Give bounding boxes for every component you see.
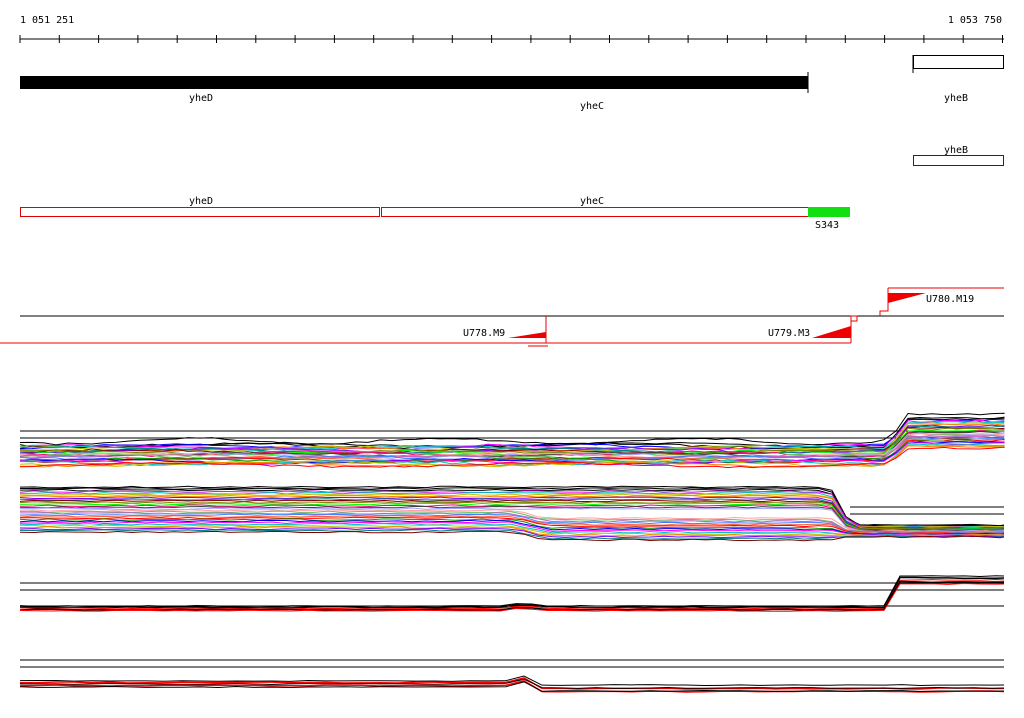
annotation-yheD-box[interactable]	[20, 207, 380, 217]
annotation-yheB-box[interactable]	[913, 155, 1004, 166]
signal-trace	[19, 412, 1005, 446]
annotation-yheC-label: yheC	[580, 196, 604, 207]
signal-track-1	[19, 412, 1005, 469]
signal-track-4	[19, 659, 1005, 693]
annotation-S343-region[interactable]	[808, 207, 850, 217]
gene-yheD-arrow[interactable]	[20, 76, 384, 89]
signal-track-3	[19, 575, 1005, 612]
annotation-yheC-box[interactable]	[381, 207, 809, 217]
coordinate-ruler: 1 051 251 1 053 750	[19, 15, 1004, 43]
feature-U778-label: U778.M9	[463, 328, 505, 339]
signal-track-2	[19, 485, 1005, 542]
signal-trace	[19, 575, 1005, 607]
genome-track-view: 1 051 251 1 053 750 yheD yheC yheB yheB …	[0, 15, 1005, 693]
genome-browser: 1 051 251 1 053 750 yheD yheC yheB yheB …	[0, 0, 1024, 714]
annotation-track-red: yheD yheC S343	[20, 196, 850, 231]
feature-U780-label: U780.M19	[926, 294, 974, 305]
gene-yheB-label: yheB	[944, 93, 968, 104]
gene-yheD-label: yheD	[189, 93, 213, 104]
gene-yheB-box[interactable]	[913, 55, 1004, 69]
ruler-start-label: 1 051 251	[20, 15, 74, 26]
ruler-end-label: 1 053 750	[948, 15, 1002, 26]
gene-yheC-arrow[interactable]	[380, 76, 808, 89]
annotation-S343-label: S343	[815, 220, 839, 231]
gene-track: yheD yheC yheB	[20, 55, 1004, 112]
feature-step-marker	[850, 315, 858, 343]
feature-track: U778.M9 U779.M3 U780.M19	[0, 287, 1004, 347]
signal-trace	[19, 576, 1005, 609]
annotation-track-blue: yheB	[913, 145, 1004, 166]
feature-U779-label: U779.M3	[768, 328, 810, 339]
feature-step-up	[879, 288, 889, 316]
feature-U778-triangle[interactable]	[508, 332, 546, 338]
feature-U780-triangle[interactable]	[888, 293, 926, 303]
annotation-yheB-label: yheB	[944, 145, 968, 156]
feature-U779-triangle[interactable]	[812, 326, 851, 338]
gene-yheC-label: yheC	[580, 101, 604, 112]
annotation-yheD-label: yheD	[189, 196, 213, 207]
